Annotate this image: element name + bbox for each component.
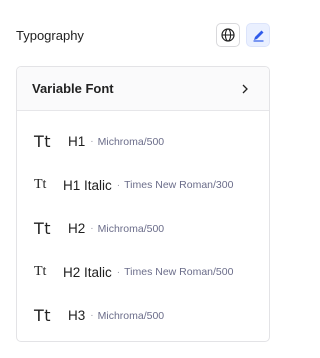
font-glyph-icon: Tt	[34, 132, 52, 152]
separator: ·	[90, 310, 94, 322]
separator: ·	[116, 179, 121, 191]
font-card: Variable Font Tt H1 · Michroma/500 Tt H1…	[16, 66, 270, 342]
text-style-h2-italic[interactable]: Tt H2 Italic · Times New Roman/500	[17, 251, 269, 295]
style-name: H1 Italic	[63, 177, 112, 193]
text-style-h3[interactable]: Tt H3 · Michroma/500	[17, 294, 269, 338]
style-name: H3	[68, 308, 86, 324]
style-font: Michroma/500	[97, 309, 165, 322]
style-font: Times New Roman/300	[124, 179, 234, 192]
font-glyph-icon: Tt	[34, 306, 52, 326]
text-style-list: Tt H1 · Michroma/500 Tt H1 Italic · Time…	[17, 111, 269, 338]
text-style-h2[interactable]: Tt H2 · Michroma/500	[17, 207, 269, 251]
globe-icon	[221, 28, 235, 42]
style-font: Times New Roman/500	[124, 266, 234, 279]
style-name: H2 Italic	[63, 264, 112, 280]
text-style-h1[interactable]: Tt H1 · Michroma/500	[17, 120, 269, 164]
variable-font-label: Variable Font	[32, 81, 114, 96]
style-name: H2	[68, 221, 86, 237]
edit-button[interactable]	[246, 23, 270, 47]
font-glyph-icon: Tt	[34, 177, 47, 193]
variable-font-row[interactable]: Variable Font	[17, 67, 269, 111]
style-name: H1	[68, 134, 86, 150]
style-font: Michroma/500	[97, 222, 165, 235]
separator: ·	[90, 223, 94, 235]
chevron-right-icon	[241, 84, 251, 94]
globe-button[interactable]	[216, 23, 240, 47]
panel-header: Typography	[16, 22, 270, 48]
pencil-icon	[253, 30, 263, 42]
header-actions	[216, 23, 270, 47]
separator: ·	[116, 266, 121, 278]
font-glyph-icon: Tt	[34, 264, 47, 280]
font-glyph-icon: Tt	[34, 219, 52, 239]
panel-title: Typography	[16, 27, 84, 43]
text-style-h1-italic[interactable]: Tt H1 Italic · Times New Roman/300	[17, 164, 269, 208]
style-font: Michroma/500	[97, 135, 165, 148]
separator: ·	[90, 136, 94, 148]
typography-panel: Typography Variable Font Tt H1 · Michrom…	[0, 0, 286, 358]
